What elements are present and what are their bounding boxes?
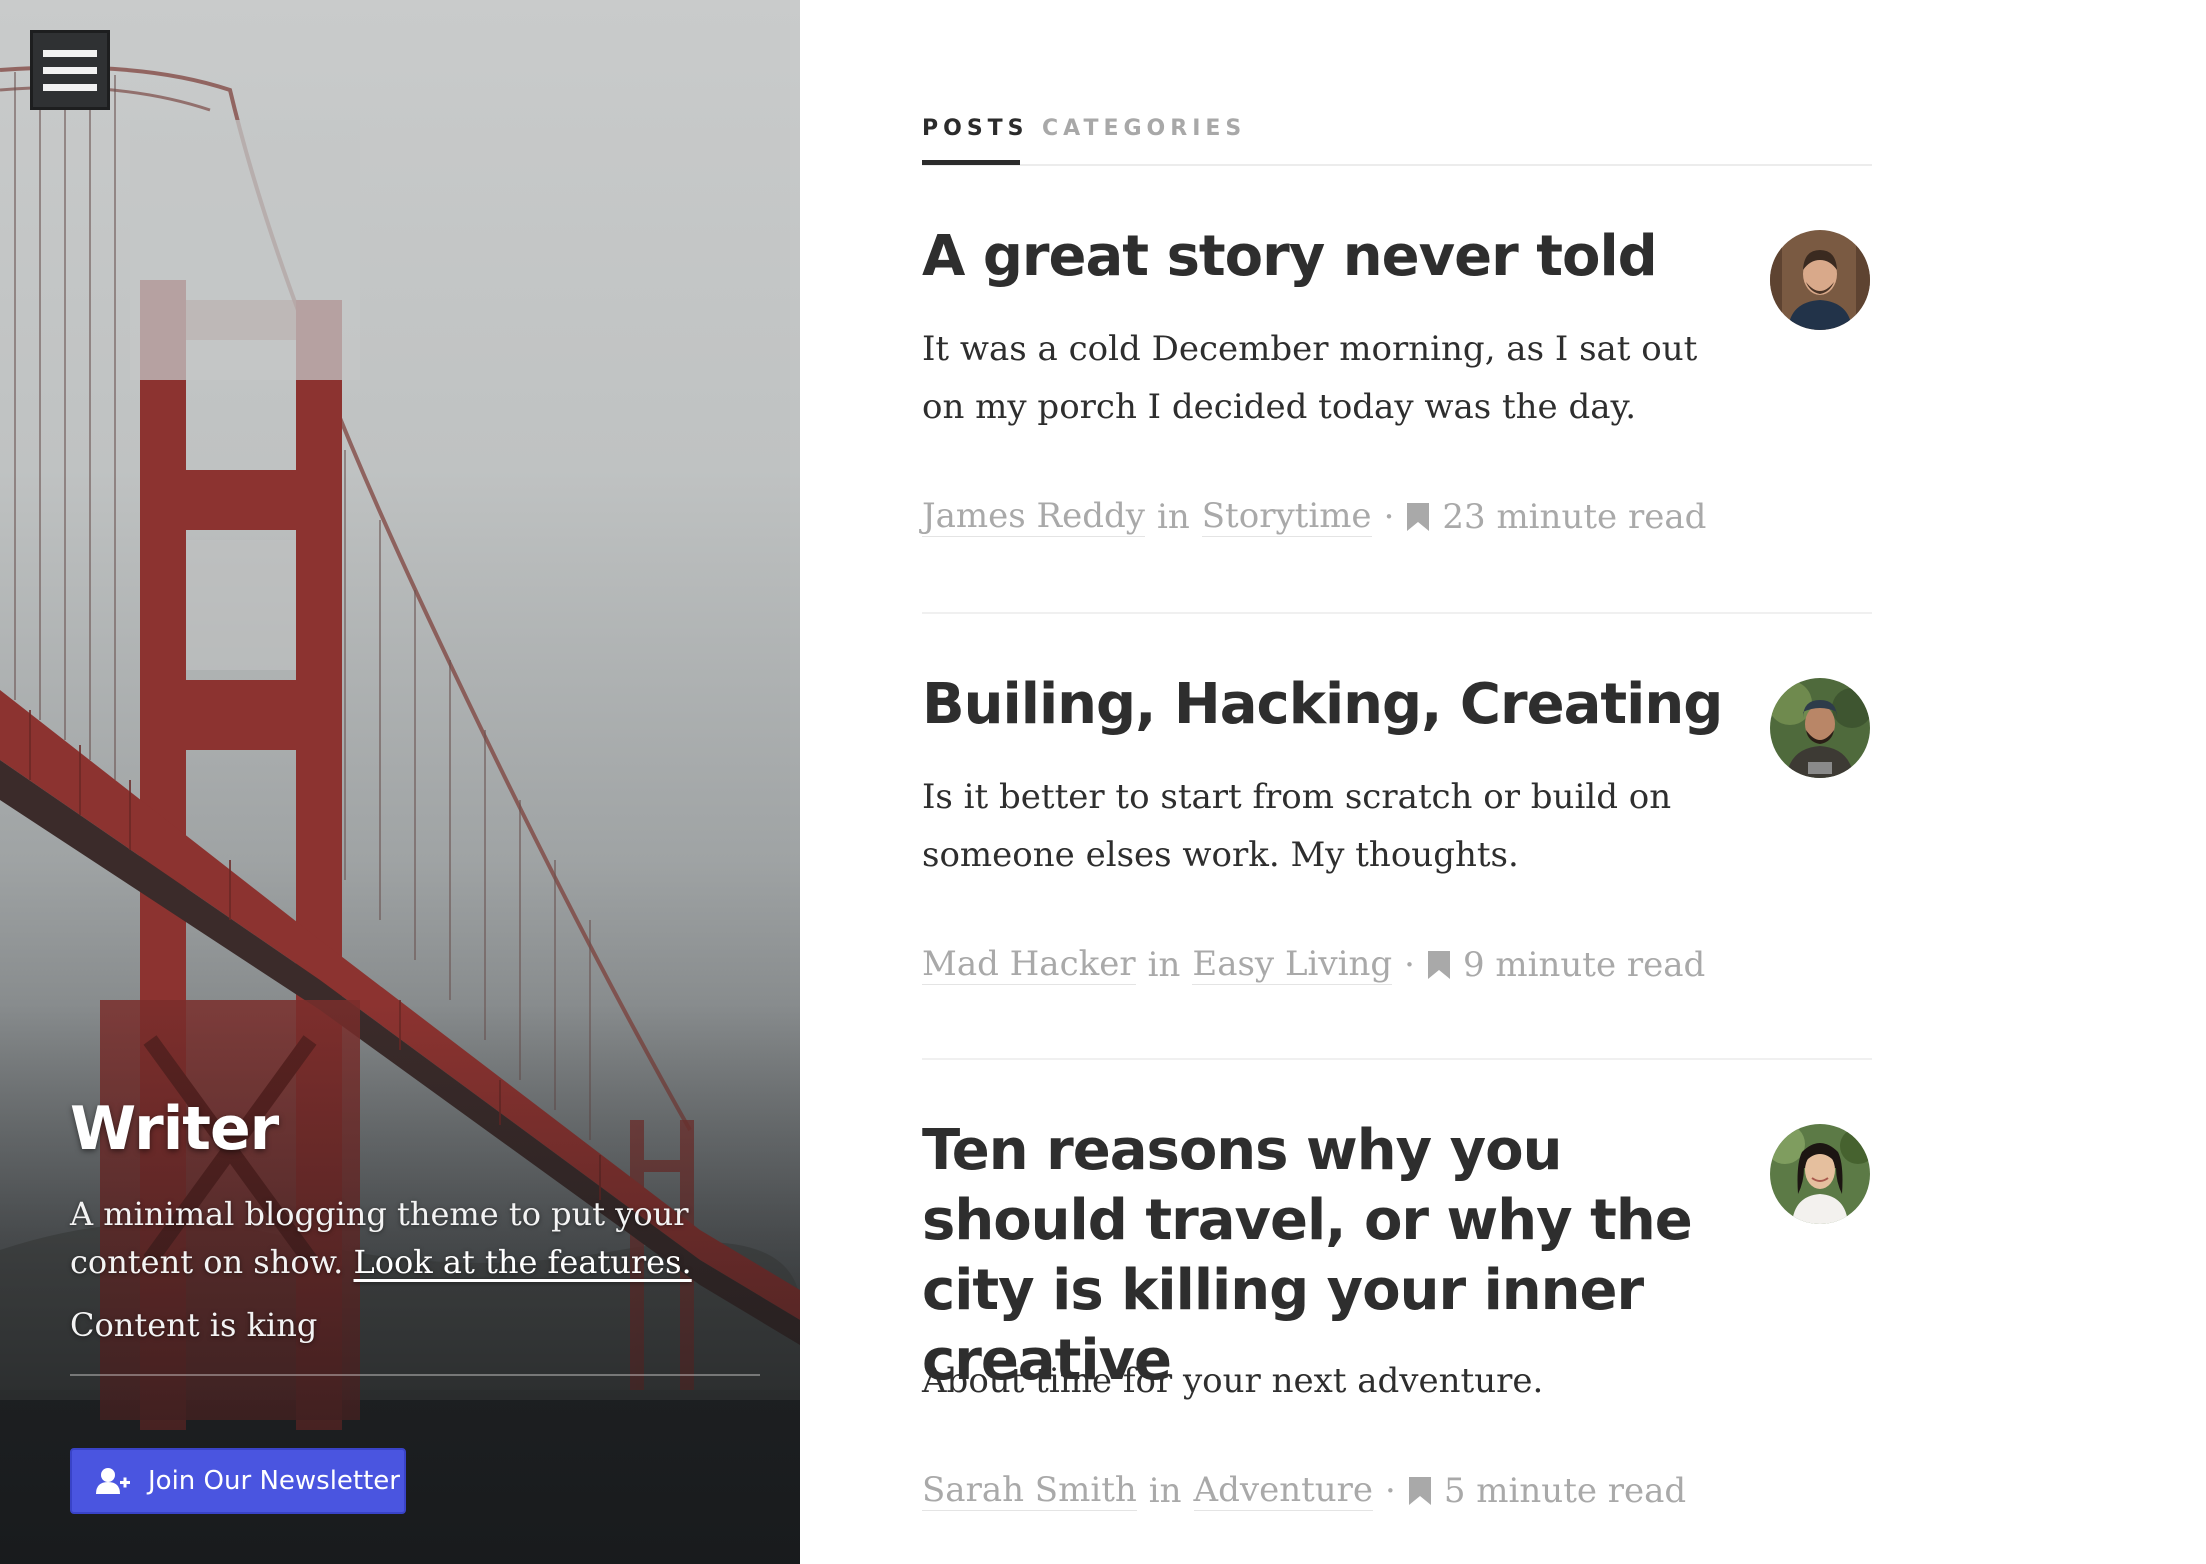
hamburger-icon-bar	[43, 83, 97, 91]
post-meta: Mad Hacker in Easy Living · 9 minute rea…	[922, 944, 1705, 985]
post-category-link[interactable]: Storytime	[1201, 496, 1372, 537]
post-meta-separator: ·	[1404, 944, 1415, 985]
post-meta-separator: ·	[1385, 1470, 1396, 1511]
post-read-time: 5 minute read	[1443, 1470, 1687, 1511]
post-author-link[interactable]: James Reddy	[922, 496, 1145, 537]
post-meta-separator: ·	[1383, 496, 1395, 537]
active-tab-indicator	[922, 160, 1020, 165]
post-title[interactable]: A great story never told	[922, 222, 1742, 292]
site-tagline: Content is king	[70, 1306, 318, 1344]
hamburger-icon-bar	[43, 66, 97, 74]
post-author-link[interactable]: Mad Hacker	[922, 944, 1136, 985]
hero-panel: Writer A minimal blogging theme to put y…	[0, 0, 800, 1564]
hero-divider	[70, 1374, 760, 1376]
post-meta: James Reddy in Storytime · 23 minute rea…	[922, 496, 1706, 537]
post-meta-in: in	[1156, 496, 1190, 537]
join-newsletter-button[interactable]: Join Our Newsletter	[70, 1448, 406, 1514]
author-avatar[interactable]	[1770, 678, 1870, 778]
features-link[interactable]: Look at the features.	[354, 1243, 692, 1281]
author-avatar[interactable]	[1770, 230, 1870, 330]
post-divider	[922, 612, 1872, 614]
post-excerpt: It was a cold December morning, as I sat…	[922, 329, 1698, 427]
bookmark-icon	[1427, 950, 1450, 979]
site-title[interactable]: Writer	[70, 1094, 279, 1164]
tab-posts[interactable]: POSTS	[922, 116, 1029, 141]
menu-button[interactable]	[30, 30, 110, 110]
avatar-image	[1770, 230, 1870, 330]
site-description: A minimal blogging theme to put your con…	[70, 1190, 710, 1286]
avatar-image	[1770, 678, 1870, 778]
post-excerpt: About time for your next adventure.	[922, 1361, 1544, 1401]
post-title[interactable]: Builing, Hacking, Creating	[922, 670, 1742, 740]
post-author-link[interactable]: Sarah Smith	[922, 1470, 1137, 1511]
post-meta-in: in	[1147, 944, 1181, 985]
bookmark-icon	[1407, 502, 1430, 531]
user-plus-icon	[96, 1468, 130, 1494]
join-newsletter-label: Join Our Newsletter	[148, 1466, 400, 1496]
post-meta: Sarah Smith in Adventure · 5 minute read	[922, 1470, 1686, 1511]
post-category-link[interactable]: Easy Living	[1192, 944, 1393, 985]
tab-bar: POSTS CATEGORIES	[922, 112, 1872, 166]
post-excerpt: Is it better to start from scratch or bu…	[922, 777, 1672, 875]
avatar-image	[1770, 1124, 1870, 1224]
bookmark-icon	[1408, 1476, 1431, 1505]
post-meta-in: in	[1148, 1470, 1182, 1511]
hero-text: Writer A minimal blogging theme to put y…	[70, 1094, 760, 1564]
hamburger-icon-bar	[43, 49, 97, 57]
post-read-time: 23 minute read	[1442, 496, 1707, 537]
tab-categories[interactable]: CATEGORIES	[1042, 116, 1246, 141]
post-read-time: 9 minute read	[1462, 944, 1706, 985]
main-content: POSTS CATEGORIES A great story never tol…	[922, 0, 1872, 1564]
author-avatar[interactable]	[1770, 1124, 1870, 1224]
post-category-link[interactable]: Adventure	[1193, 1470, 1374, 1511]
post-divider	[922, 1058, 1872, 1060]
